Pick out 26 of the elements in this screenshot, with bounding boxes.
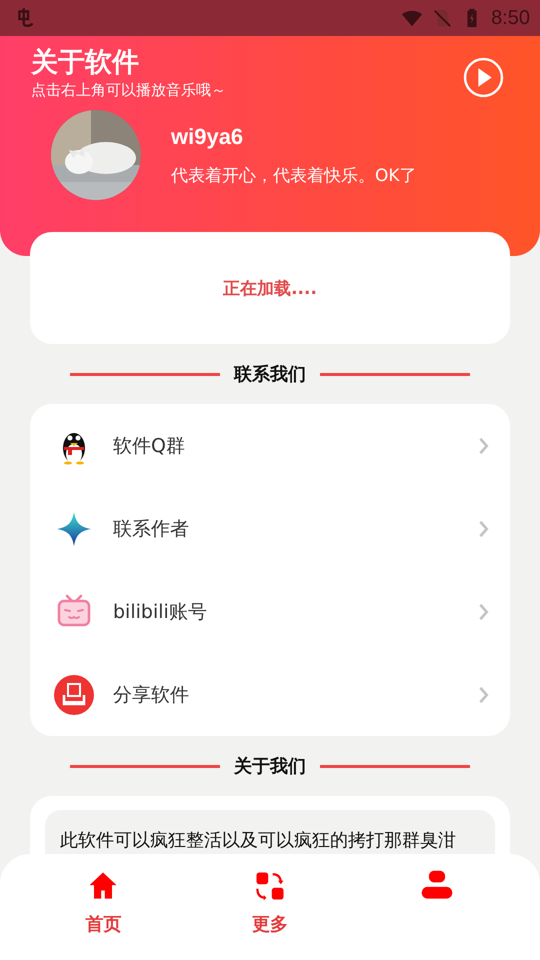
user-name: wi9ya6 <box>171 124 244 150</box>
user-motto: 代表着开心，代表着快乐。OK了 <box>171 164 417 186</box>
item-label: 联系作者 <box>113 516 190 542</box>
list-item[interactable]: bilibili账号 <box>30 570 510 653</box>
item-label: 软件Q群 <box>113 434 186 458</box>
chevron-icon <box>478 520 490 538</box>
chevron-icon <box>478 686 490 704</box>
clock-time: 8:50 <box>491 6 530 30</box>
about-text: 此软件可以疯狂整活以及可以疯狂的拷打那群臭泔 <box>60 829 457 852</box>
share-icon <box>54 674 94 714</box>
list-item[interactable]: 联系作者 <box>30 487 510 570</box>
item-label: 分享软件 <box>113 682 190 708</box>
chevron-icon <box>478 436 490 454</box>
list-item[interactable]: 分享软件 <box>30 653 510 736</box>
nav-tab[interactable]: 首页 <box>53 868 154 960</box>
item-label: bilibili账号 <box>113 600 208 624</box>
nav-tab[interactable]: 更多 <box>220 868 320 960</box>
chevron-icon <box>478 602 490 620</box>
section-title: 关于我们 <box>234 755 306 778</box>
no-sim-icon <box>431 7 454 29</box>
list-item[interactable]: 软件Q群 <box>30 404 510 487</box>
play-icon[interactable] <box>463 57 504 98</box>
page-title: 关于软件 <box>31 46 140 80</box>
subtitle: 点击右上角可以播放音乐哦～ <box>31 80 226 100</box>
loading-text: 正在加载.... <box>223 278 317 300</box>
section-title: 联系我们 <box>234 363 306 386</box>
